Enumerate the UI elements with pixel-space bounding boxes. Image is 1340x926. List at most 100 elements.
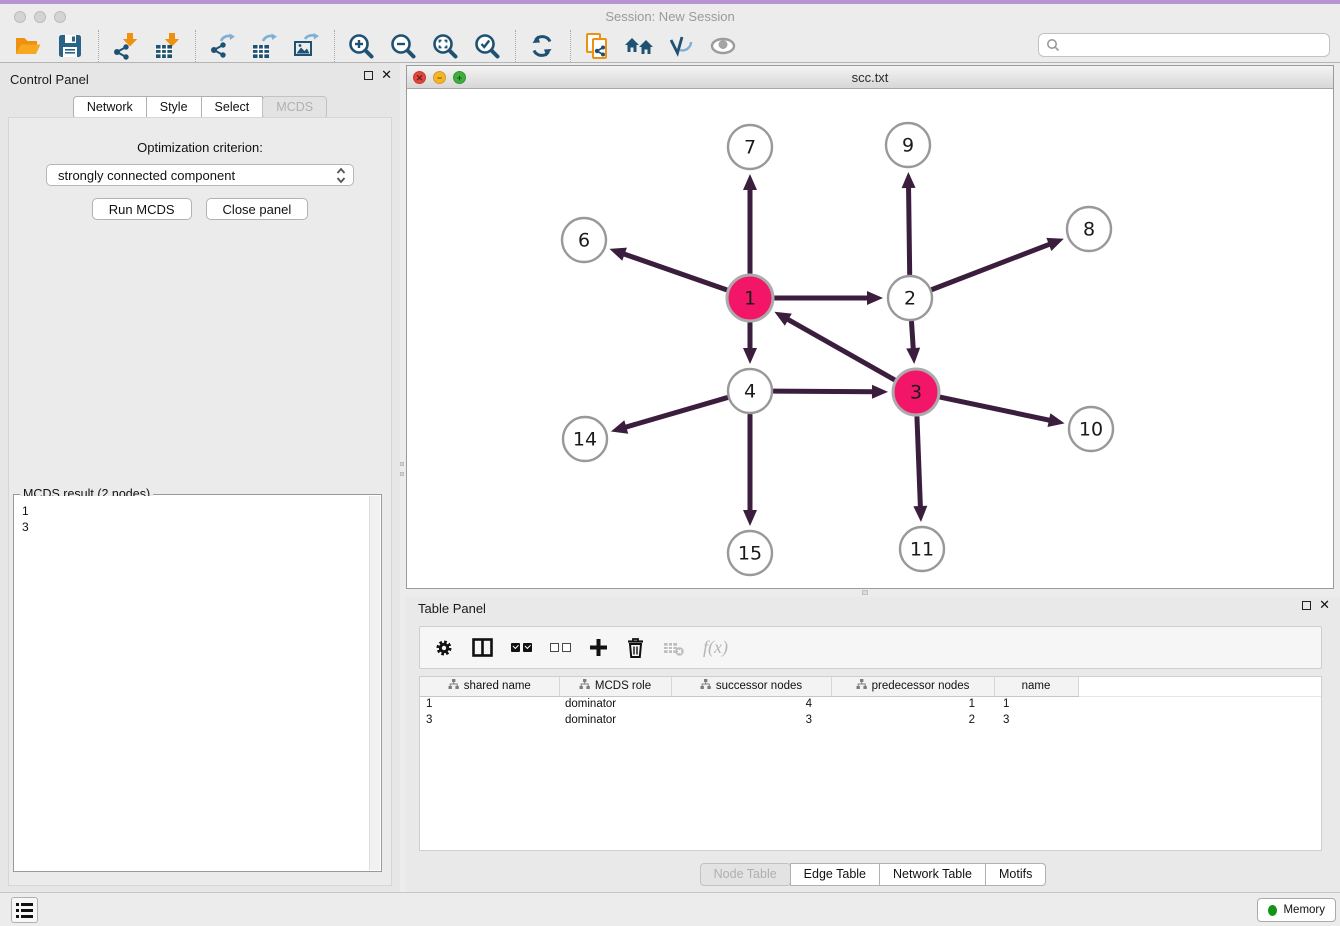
table-cell[interactable]: dominator: [559, 696, 671, 712]
export-image-icon[interactable]: [290, 31, 322, 61]
horizontal-splitter-grip[interactable]: [862, 590, 868, 595]
graph-node-8[interactable]: 8: [1067, 207, 1111, 251]
graph-edge-4-14[interactable]: [622, 398, 727, 428]
zoom-out-icon[interactable]: [387, 31, 419, 61]
clear-checkboxes-icon[interactable]: [550, 643, 571, 652]
table-cell[interactable]: 1: [420, 696, 559, 712]
vertical-splitter-grip[interactable]: [400, 462, 404, 466]
table-toolbar: f(x): [419, 626, 1322, 669]
mcds-panel: Optimization criterion: strongly connect…: [8, 117, 392, 886]
table-cell[interactable]: 4: [671, 696, 831, 712]
graph-node-6[interactable]: 6: [562, 218, 606, 262]
graph-node-14[interactable]: 14: [563, 417, 607, 461]
edge-arrowhead: [1047, 413, 1064, 427]
criterion-dropdown[interactable]: strongly connected component: [46, 164, 354, 186]
tab-edge-table[interactable]: Edge Table: [790, 863, 880, 886]
vertical-splitter-grip[interactable]: [400, 472, 404, 476]
column-header-mcds-role[interactable]: MCDS role: [559, 677, 671, 696]
table-cell[interactable]: 2: [831, 712, 994, 728]
graph-node-2[interactable]: 2: [888, 276, 932, 320]
graph-edge-4-3[interactable]: [774, 391, 876, 392]
tab-network-table[interactable]: Network Table: [879, 863, 986, 886]
table-cell[interactable]: 1: [994, 696, 1078, 712]
header-filler: [1078, 677, 1321, 696]
tab-style[interactable]: Style: [146, 96, 202, 119]
delete-table-icon[interactable]: [663, 633, 685, 663]
export-network-icon[interactable]: [206, 31, 238, 61]
network-window-titlebar: ✕ − + scc.txt: [407, 66, 1333, 89]
close-table-panel-icon[interactable]: ✕: [1319, 601, 1330, 610]
add-row-icon[interactable]: [589, 633, 608, 663]
graph-edge-2-3[interactable]: [912, 322, 914, 352]
graph-edge-1-6[interactable]: [621, 253, 727, 290]
birds-eye-view-icon[interactable]: [707, 31, 739, 61]
table-settings-icon[interactable]: [434, 633, 454, 663]
search-input[interactable]: [1061, 35, 1329, 55]
node-table: shared name MCDS role successor nodes pr…: [419, 676, 1322, 851]
tab-mcds[interactable]: MCDS: [262, 96, 327, 119]
graph-node-4[interactable]: 4: [728, 369, 772, 413]
column-header-shared-name[interactable]: shared name: [420, 677, 559, 696]
table-cell[interactable]: dominator: [559, 712, 671, 728]
graph-edge-3-1[interactable]: [785, 318, 894, 380]
column-header-successor-nodes[interactable]: successor nodes: [671, 677, 831, 696]
refresh-icon[interactable]: [526, 31, 558, 61]
run-mcds-button[interactable]: Run MCDS: [92, 198, 192, 220]
delete-row-icon[interactable]: [626, 633, 645, 663]
edge-arrowhead: [1046, 238, 1063, 251]
graph-edge-2-8[interactable]: [932, 243, 1052, 289]
graphics-details-icon[interactable]: [665, 31, 697, 61]
graph-node-10[interactable]: 10: [1069, 407, 1113, 451]
table-row[interactable]: 3dominator323: [420, 712, 1321, 728]
close-panel-icon[interactable]: ✕: [381, 71, 392, 80]
open-file-icon[interactable]: [12, 31, 44, 61]
table-row[interactable]: 1dominator411: [420, 696, 1321, 712]
tab-motifs[interactable]: Motifs: [985, 863, 1046, 886]
nested-network-icon[interactable]: [623, 31, 655, 61]
zoom-selected-icon[interactable]: [471, 31, 503, 61]
export-table-icon[interactable]: [248, 31, 280, 61]
search-field[interactable]: [1038, 33, 1330, 57]
tab-network[interactable]: Network: [73, 96, 147, 119]
function-builder-icon[interactable]: f(x): [703, 637, 728, 658]
table-cell[interactable]: 3: [994, 712, 1078, 728]
task-history-button[interactable]: [11, 897, 38, 923]
status-bar: Memory: [0, 892, 1340, 926]
graph-node-1[interactable]: 1: [727, 275, 773, 321]
graph-node-9[interactable]: 9: [886, 123, 930, 167]
table-cell[interactable]: 1: [831, 696, 994, 712]
column-header-name[interactable]: name: [994, 677, 1078, 696]
graph-edge-3-11[interactable]: [917, 417, 921, 510]
toolbar-separator: [570, 30, 571, 62]
float-table-panel-icon[interactable]: [1302, 601, 1311, 610]
table-cell[interactable]: 3: [671, 712, 831, 728]
tab-select[interactable]: Select: [201, 96, 264, 119]
clone-network-icon[interactable]: [581, 31, 613, 61]
import-table-icon[interactable]: [151, 31, 183, 61]
tab-node-table[interactable]: Node Table: [700, 863, 791, 886]
result-scrollbar[interactable]: [369, 496, 380, 870]
import-network-icon[interactable]: [109, 31, 141, 61]
graph-node-7[interactable]: 7: [728, 125, 772, 169]
select-all-checkboxes-icon[interactable]: [511, 643, 532, 652]
memory-button[interactable]: Memory: [1257, 898, 1336, 922]
toolbar-separator: [98, 30, 99, 62]
graph-node-3[interactable]: 3: [893, 369, 939, 415]
zoom-fit-icon[interactable]: [429, 31, 461, 61]
save-session-icon[interactable]: [54, 31, 86, 61]
graph-edge-3-10[interactable]: [940, 397, 1052, 421]
memory-label: Memory: [1283, 904, 1325, 916]
network-canvas[interactable]: 7 9 6 8 1 2 4 3 14 10 15 11: [407, 89, 1333, 588]
graph-edge-2-9[interactable]: [909, 184, 910, 274]
graph-node-15[interactable]: 15: [728, 531, 772, 575]
column-header-predecessor-nodes[interactable]: predecessor nodes: [831, 677, 994, 696]
close-panel-button[interactable]: Close panel: [206, 198, 309, 220]
table-cell[interactable]: 3: [420, 712, 559, 728]
graph-node-11[interactable]: 11: [900, 527, 944, 571]
zoom-in-icon[interactable]: [345, 31, 377, 61]
float-panel-icon[interactable]: [364, 71, 373, 80]
split-columns-icon[interactable]: [472, 633, 493, 663]
toolbar-separator: [334, 30, 335, 62]
mcds-result-textarea[interactable]: 1 3: [15, 496, 369, 870]
application-window: Session: New Session: [0, 0, 1340, 926]
